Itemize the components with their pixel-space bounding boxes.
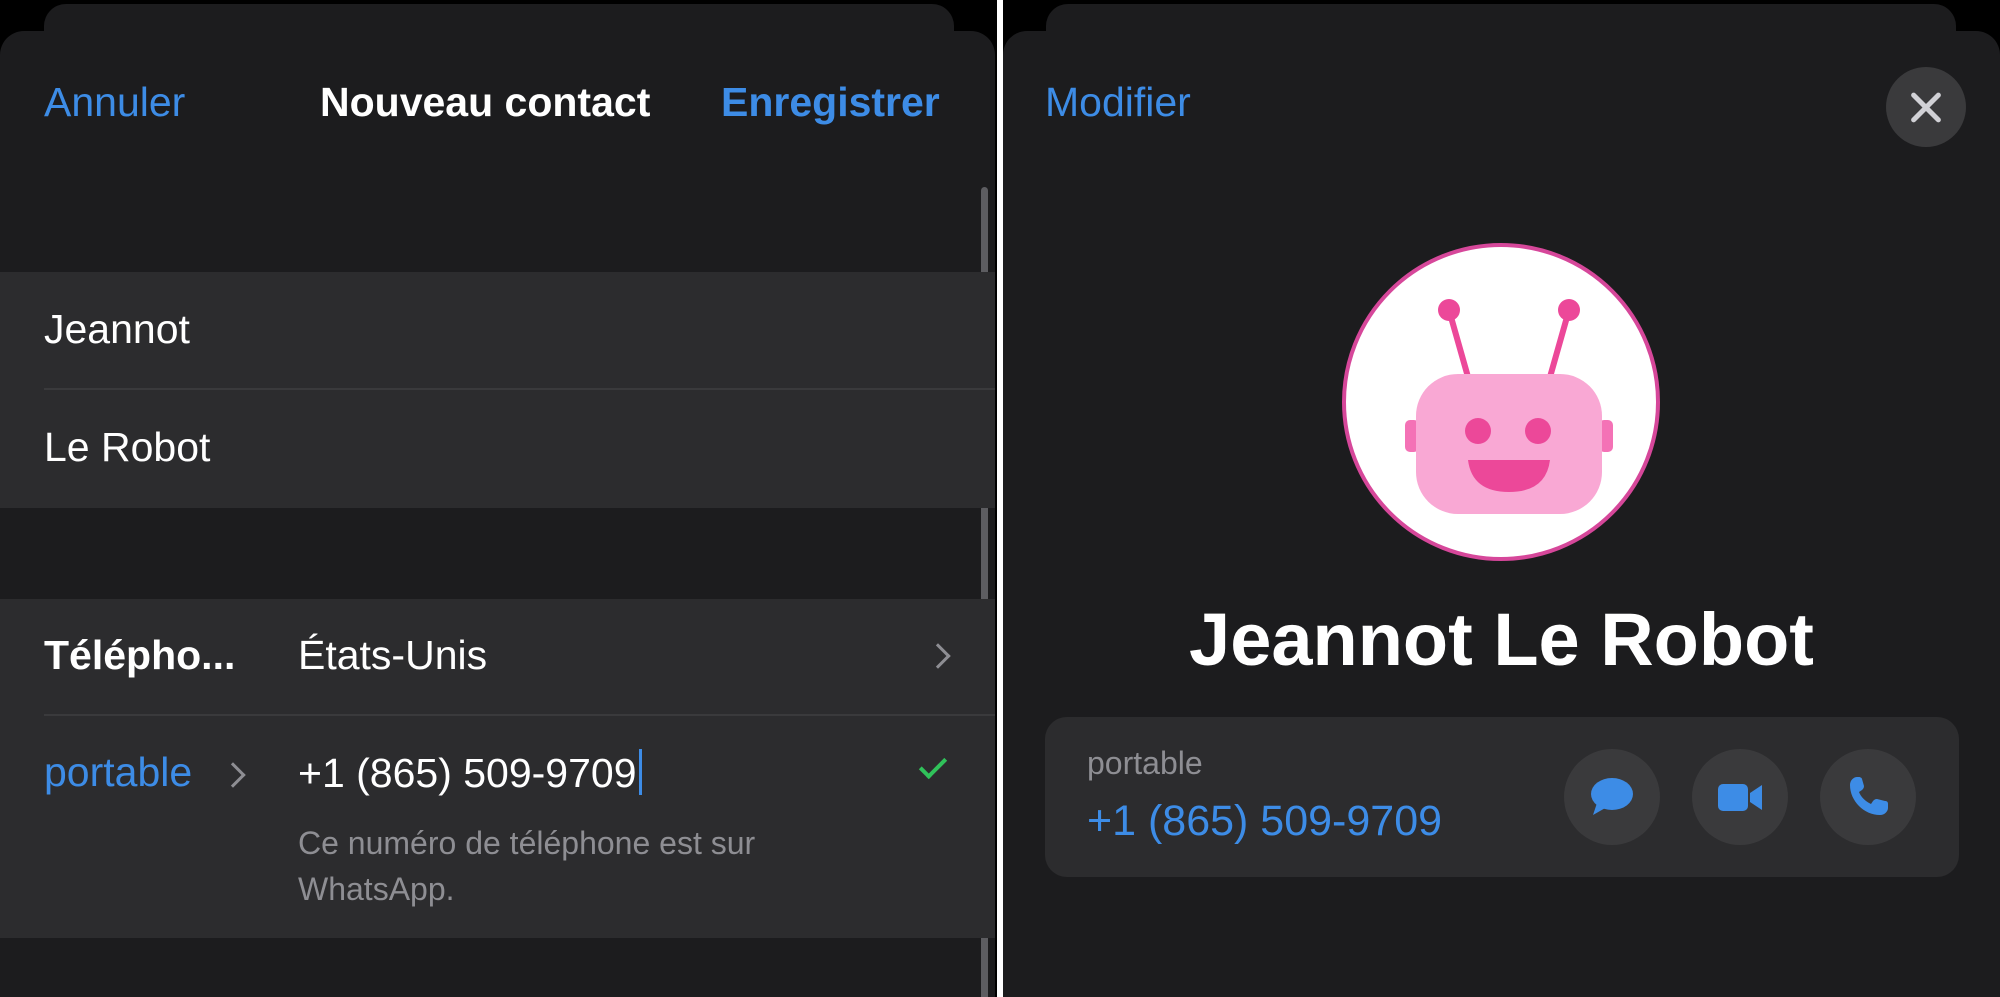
phone-number-value: +1 (865) 509-9709 bbox=[298, 750, 637, 796]
phone-type-selector[interactable]: portable bbox=[44, 749, 192, 796]
phone-field-label: Télépho... bbox=[44, 632, 236, 678]
country-row[interactable]: Télépho... États-Unis bbox=[0, 599, 995, 715]
name-section bbox=[0, 272, 995, 508]
call-button[interactable] bbox=[1820, 749, 1916, 845]
message-button[interactable] bbox=[1564, 749, 1660, 845]
video-camera-icon bbox=[1718, 784, 1762, 811]
last-name-field[interactable] bbox=[44, 412, 924, 482]
robot-avatar-icon bbox=[1405, 299, 1613, 514]
checkmark-icon bbox=[918, 750, 948, 780]
whatsapp-hint: Ce numéro de téléphone est sur WhatsApp. bbox=[298, 825, 756, 907]
screenshot-root: Annuler Nouveau contact Enregistrer Télé… bbox=[0, 0, 2000, 997]
country-value: États-Unis bbox=[298, 632, 488, 678]
contact-card-sheet: Modifier Jeannot Le Robot portable +1 (8… bbox=[1003, 31, 2000, 997]
phone-number-row: portable +1 (865) 509-9709 Ce numéro de … bbox=[0, 716, 995, 938]
phone-card-label: portable bbox=[1087, 745, 1203, 781]
cancel-button[interactable]: Annuler bbox=[44, 79, 185, 126]
last-name-row[interactable] bbox=[0, 390, 995, 508]
close-button[interactable] bbox=[1886, 67, 1966, 147]
phone-card: portable +1 (865) 509-9709 bbox=[1045, 717, 1959, 877]
chevron-right-icon bbox=[220, 762, 246, 788]
phone-handset-icon bbox=[1850, 777, 1888, 815]
phone-section: Télépho... États-Unis portable +1 (865) … bbox=[0, 599, 995, 938]
contact-name: Jeannot Le Robot bbox=[1189, 598, 1814, 681]
page-title: Nouveau contact bbox=[320, 79, 651, 125]
edit-button[interactable]: Modifier bbox=[1045, 79, 1191, 126]
first-name-field[interactable] bbox=[44, 294, 924, 364]
text-caret bbox=[638, 749, 642, 795]
video-call-button[interactable] bbox=[1692, 749, 1788, 845]
phone-type-label: portable bbox=[44, 749, 193, 795]
phone-card-number[interactable]: +1 (865) 509-9709 bbox=[1087, 797, 1442, 846]
save-button[interactable]: Enregistrer bbox=[721, 79, 940, 126]
message-bubble-icon bbox=[1591, 778, 1633, 815]
avatar bbox=[1342, 243, 1660, 561]
phone-number-field[interactable]: +1 (865) 509-9709 bbox=[298, 749, 642, 797]
chevron-right-icon bbox=[925, 643, 951, 669]
first-name-row[interactable] bbox=[0, 272, 995, 389]
new-contact-sheet: Annuler Nouveau contact Enregistrer Télé… bbox=[0, 31, 995, 997]
